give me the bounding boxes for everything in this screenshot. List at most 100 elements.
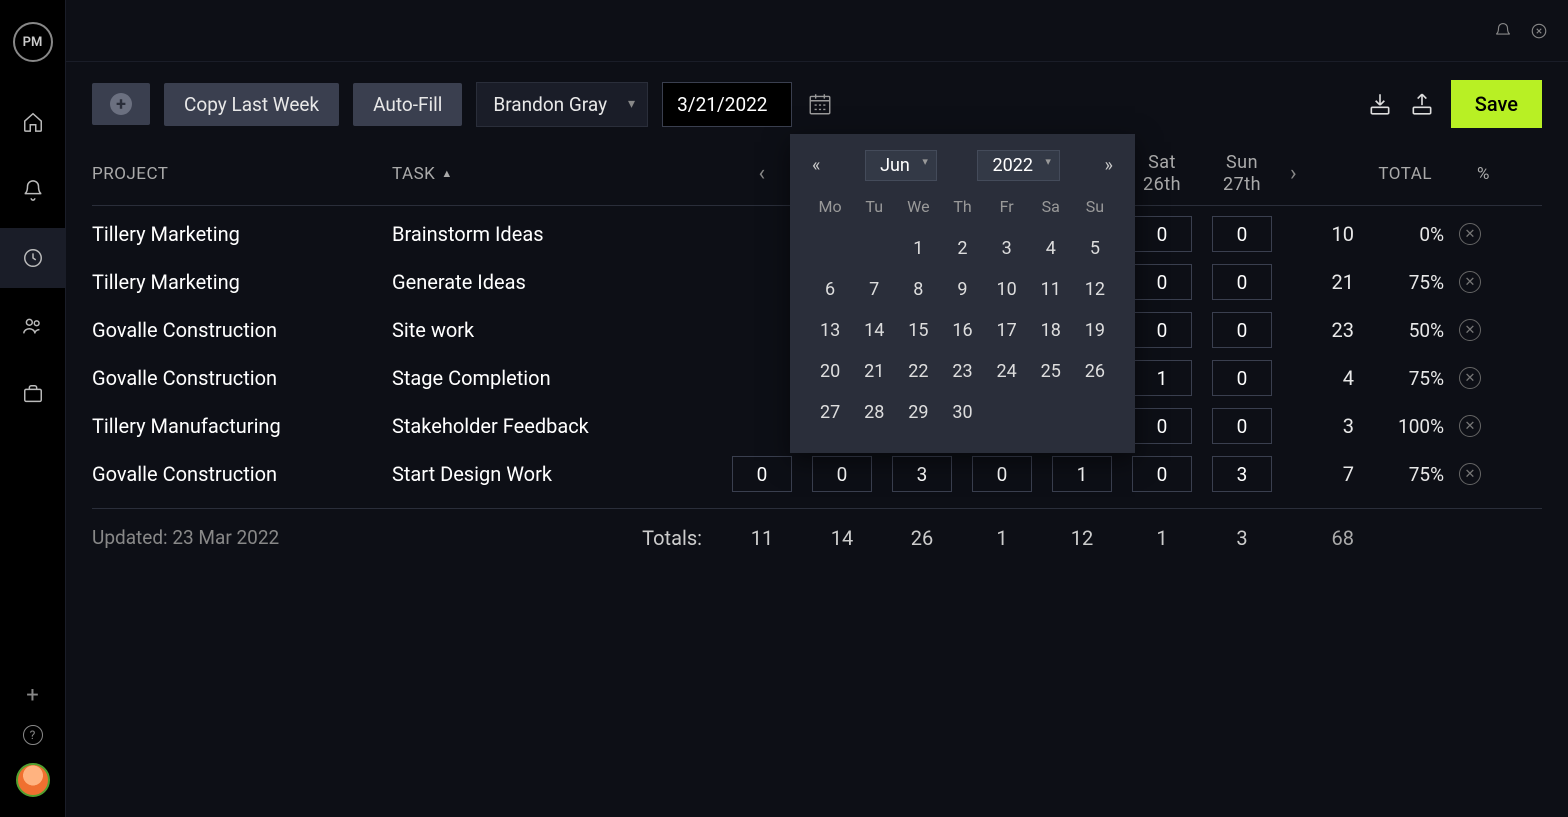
delete-row-icon[interactable]: ✕ <box>1459 463 1481 485</box>
dp-day[interactable]: 15 <box>896 312 940 349</box>
import-icon[interactable] <box>1367 91 1393 117</box>
topbar <box>66 0 1568 62</box>
dp-day[interactable]: 8 <box>896 271 940 308</box>
dp-day[interactable]: 29 <box>896 394 940 431</box>
hour-cell <box>1202 456 1282 492</box>
dp-day[interactable]: 2 <box>940 230 984 267</box>
add-row-button[interactable]: + <box>92 83 150 125</box>
hour-cell <box>1202 312 1282 348</box>
dp-prev-year[interactable]: « <box>808 151 824 180</box>
dp-day[interactable]: 7 <box>852 271 896 308</box>
delete-row-icon[interactable]: ✕ <box>1459 223 1481 245</box>
dp-day[interactable]: 18 <box>1029 312 1073 349</box>
hour-input[interactable] <box>1132 264 1192 300</box>
dp-next-year[interactable]: » <box>1101 151 1117 180</box>
delete-row-icon[interactable]: ✕ <box>1459 319 1481 341</box>
calendar-icon[interactable] <box>806 91 834 117</box>
row-total: 4 <box>1282 366 1372 390</box>
next-week[interactable]: › <box>1282 161 1372 186</box>
row-percent: 75% <box>1372 463 1450 486</box>
hour-input[interactable] <box>812 456 872 492</box>
hour-input[interactable] <box>892 456 952 492</box>
close-icon[interactable] <box>1530 22 1548 40</box>
nav-notifications[interactable] <box>0 160 66 220</box>
delete-row-icon[interactable]: ✕ <box>1459 271 1481 293</box>
hour-input[interactable] <box>1212 360 1272 396</box>
updated-label: Updated: 23 Mar 2022 <box>92 526 392 549</box>
dp-day[interactable]: 16 <box>940 312 984 349</box>
nav-items <box>0 92 66 685</box>
dp-day[interactable]: 4 <box>1029 230 1073 267</box>
hour-cell <box>1202 216 1282 252</box>
hour-cell <box>802 456 882 492</box>
hour-cell <box>722 456 802 492</box>
help-icon[interactable]: ? <box>23 725 43 745</box>
nav-portfolio[interactable] <box>0 364 66 424</box>
delete-row-icon[interactable]: ✕ <box>1459 415 1481 437</box>
dp-day[interactable]: 28 <box>852 394 896 431</box>
hour-input[interactable] <box>732 456 792 492</box>
export-icon[interactable] <box>1409 91 1435 117</box>
dp-day[interactable]: 19 <box>1073 312 1117 349</box>
dp-day[interactable]: 5 <box>1073 230 1117 267</box>
date-picker-popup: « Jun 2022 » MoTuWeThFrSaSu1234567891011… <box>790 134 1135 453</box>
dp-day[interactable]: 9 <box>940 271 984 308</box>
dp-day[interactable]: 23 <box>940 353 984 390</box>
col-task[interactable]: TASK▲ <box>392 164 722 184</box>
hour-input[interactable] <box>1132 360 1192 396</box>
dp-day[interactable]: 10 <box>985 271 1029 308</box>
auto-fill-button[interactable]: Auto-Fill <box>353 83 462 126</box>
hour-input[interactable] <box>1212 216 1272 252</box>
dp-day[interactable]: 13 <box>808 312 852 349</box>
dp-day[interactable]: 17 <box>985 312 1029 349</box>
copy-last-week-button[interactable]: Copy Last Week <box>164 83 339 126</box>
task-name: Start Design Work <box>392 462 722 486</box>
hour-input[interactable] <box>1212 264 1272 300</box>
hour-input[interactable] <box>1052 456 1112 492</box>
totals-label: Totals: <box>392 526 722 550</box>
dp-day[interactable]: 20 <box>808 353 852 390</box>
avatar[interactable] <box>16 763 50 797</box>
delete-cell: ✕ <box>1450 367 1490 389</box>
hour-cell <box>1042 456 1122 492</box>
totals-row: Updated: 23 Mar 2022Totals:1114261121368 <box>92 508 1542 556</box>
save-button[interactable]: Save <box>1451 80 1542 128</box>
dp-day[interactable]: 30 <box>940 394 984 431</box>
col-percent: % <box>1450 164 1490 184</box>
notification-icon[interactable] <box>1494 22 1512 40</box>
dp-day[interactable]: 24 <box>985 353 1029 390</box>
dp-day[interactable]: 11 <box>1029 271 1073 308</box>
hour-input[interactable] <box>1132 456 1192 492</box>
dp-day[interactable]: 26 <box>1073 353 1117 390</box>
date-input[interactable] <box>662 82 792 127</box>
hour-input[interactable] <box>1132 408 1192 444</box>
dp-header: « Jun 2022 » <box>808 150 1117 181</box>
dp-day[interactable]: 27 <box>808 394 852 431</box>
delete-row-icon[interactable]: ✕ <box>1459 367 1481 389</box>
dp-day[interactable]: 12 <box>1073 271 1117 308</box>
add-icon[interactable]: + <box>26 685 38 707</box>
hour-input[interactable] <box>1212 312 1272 348</box>
dp-day[interactable]: 1 <box>896 230 940 267</box>
hour-input[interactable] <box>972 456 1032 492</box>
user-select[interactable]: Brandon Gray <box>476 82 648 127</box>
dp-day[interactable]: 14 <box>852 312 896 349</box>
project-name: Tillery Manufacturing <box>92 414 392 438</box>
nav-timesheet[interactable] <box>0 228 66 288</box>
logo[interactable]: PM <box>13 22 53 62</box>
dp-day[interactable]: 25 <box>1029 353 1073 390</box>
table-row: Govalle ConstructionStart Design Work775… <box>92 450 1542 498</box>
hour-input[interactable] <box>1212 408 1272 444</box>
hour-input[interactable] <box>1132 312 1192 348</box>
dp-day[interactable]: 3 <box>985 230 1029 267</box>
hour-input[interactable] <box>1132 216 1192 252</box>
dp-day[interactable]: 21 <box>852 353 896 390</box>
dp-day[interactable]: 22 <box>896 353 940 390</box>
dp-year-select[interactable]: 2022 <box>977 150 1059 181</box>
dp-day[interactable]: 6 <box>808 271 852 308</box>
dp-month-select[interactable]: Jun <box>865 150 937 181</box>
nav-team[interactable] <box>0 296 66 356</box>
toolbar: + Copy Last Week Auto-Fill Brandon Gray … <box>66 62 1568 128</box>
nav-home[interactable] <box>0 92 66 152</box>
hour-input[interactable] <box>1212 456 1272 492</box>
